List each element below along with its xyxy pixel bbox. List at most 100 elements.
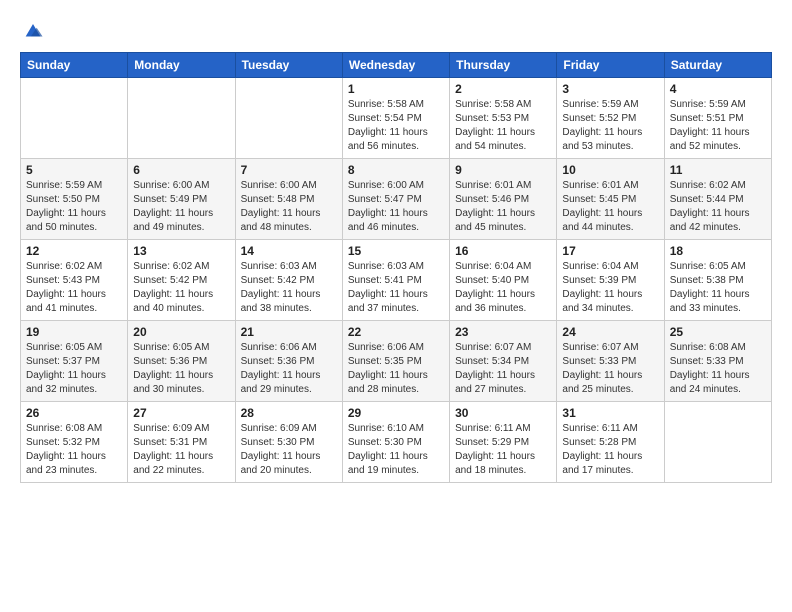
day-number: 16 (455, 244, 551, 258)
week-row-5: 26 Sunrise: 6:08 AM Sunset: 5:32 PM Dayli… (21, 402, 772, 483)
day-number: 11 (670, 163, 766, 177)
day-cell: 6 Sunrise: 6:00 AM Sunset: 5:49 PM Daylig… (128, 159, 235, 240)
logo (20, 20, 44, 42)
week-row-3: 12 Sunrise: 6:02 AM Sunset: 5:43 PM Dayli… (21, 240, 772, 321)
day-cell: 8 Sunrise: 6:00 AM Sunset: 5:47 PM Daylig… (342, 159, 449, 240)
day-info: Sunrise: 6:04 AM Sunset: 5:40 PM Dayligh… (455, 260, 551, 316)
day-number: 18 (670, 244, 766, 258)
day-number: 3 (562, 82, 658, 96)
day-number: 21 (241, 325, 337, 339)
day-info: Sunrise: 5:59 AM Sunset: 5:51 PM Dayligh… (670, 98, 766, 154)
day-number: 31 (562, 406, 658, 420)
day-cell (21, 78, 128, 159)
day-cell: 25 Sunrise: 6:08 AM Sunset: 5:33 PM Dayli… (664, 321, 771, 402)
day-cell: 15 Sunrise: 6:03 AM Sunset: 5:41 PM Dayli… (342, 240, 449, 321)
day-cell: 20Sunrise: 6:05 AM Sunset: 5:36 PM Dayli… (128, 321, 235, 402)
day-cell: 13 Sunrise: 6:02 AM Sunset: 5:42 PM Dayli… (128, 240, 235, 321)
day-cell: 18 Sunrise: 6:05 AM Sunset: 5:38 PM Dayli… (664, 240, 771, 321)
weekday-header-wednesday: Wednesday (342, 53, 449, 78)
week-row-2: 5 Sunrise: 5:59 AM Sunset: 5:50 PM Daylig… (21, 159, 772, 240)
day-cell: 2 Sunrise: 5:58 AM Sunset: 5:53 PM Daylig… (450, 78, 557, 159)
header (20, 20, 772, 42)
day-number: 25 (670, 325, 766, 339)
day-number: 9 (455, 163, 551, 177)
day-number: 12 (26, 244, 122, 258)
day-cell: 11 Sunrise: 6:02 AM Sunset: 5:44 PM Dayli… (664, 159, 771, 240)
day-cell (128, 78, 235, 159)
day-info: Sunrise: 6:08 AM Sunset: 5:33 PM Dayligh… (670, 341, 766, 397)
day-info: Sunrise: 6:03 AM Sunset: 5:41 PM Dayligh… (348, 260, 444, 316)
day-number: 29 (348, 406, 444, 420)
day-number: 13 (133, 244, 229, 258)
day-number: 1 (348, 82, 444, 96)
weekday-header-row: SundayMondayTuesdayWednesdayThursdayFrid… (21, 53, 772, 78)
day-info: Sunrise: 6:05 AM Sunset: 5:38 PM Dayligh… (670, 260, 766, 316)
day-cell: 12 Sunrise: 6:02 AM Sunset: 5:43 PM Dayli… (21, 240, 128, 321)
day-cell: 27Sunrise: 6:09 AM Sunset: 5:31 PM Dayli… (128, 402, 235, 483)
weekday-header-tuesday: Tuesday (235, 53, 342, 78)
day-cell (235, 78, 342, 159)
day-info: Sunrise: 6:09 AM Sunset: 5:31 PM Dayligh… (133, 422, 229, 478)
day-cell: 10Sunrise: 6:01 AM Sunset: 5:45 PM Dayli… (557, 159, 664, 240)
day-cell: 5 Sunrise: 5:59 AM Sunset: 5:50 PM Daylig… (21, 159, 128, 240)
page: SundayMondayTuesdayWednesdayThursdayFrid… (0, 0, 792, 493)
day-info: Sunrise: 6:00 AM Sunset: 5:49 PM Dayligh… (133, 179, 229, 235)
weekday-header-sunday: Sunday (21, 53, 128, 78)
day-cell: 21 Sunrise: 6:06 AM Sunset: 5:36 PM Dayli… (235, 321, 342, 402)
day-cell: 4 Sunrise: 5:59 AM Sunset: 5:51 PM Daylig… (664, 78, 771, 159)
day-cell: 23 Sunrise: 6:07 AM Sunset: 5:34 PM Dayli… (450, 321, 557, 402)
day-cell: 3 Sunrise: 5:59 AM Sunset: 5:52 PM Daylig… (557, 78, 664, 159)
day-number: 19 (26, 325, 122, 339)
day-cell: 17 Sunrise: 6:04 AM Sunset: 5:39 PM Dayli… (557, 240, 664, 321)
day-number: 5 (26, 163, 122, 177)
day-cell: 19Sunrise: 6:05 AM Sunset: 5:37 PM Dayli… (21, 321, 128, 402)
day-info: Sunrise: 6:07 AM Sunset: 5:33 PM Dayligh… (562, 341, 658, 397)
day-number: 20 (133, 325, 229, 339)
day-info: Sunrise: 6:08 AM Sunset: 5:32 PM Dayligh… (26, 422, 122, 478)
day-cell: 24 Sunrise: 6:07 AM Sunset: 5:33 PM Dayli… (557, 321, 664, 402)
day-info: Sunrise: 6:07 AM Sunset: 5:34 PM Dayligh… (455, 341, 551, 397)
day-cell: 22 Sunrise: 6:06 AM Sunset: 5:35 PM Dayli… (342, 321, 449, 402)
day-number: 23 (455, 325, 551, 339)
day-number: 30 (455, 406, 551, 420)
day-info: Sunrise: 6:02 AM Sunset: 5:44 PM Dayligh… (670, 179, 766, 235)
day-info: Sunrise: 6:06 AM Sunset: 5:35 PM Dayligh… (348, 341, 444, 397)
day-info: Sunrise: 6:10 AM Sunset: 5:30 PM Dayligh… (348, 422, 444, 478)
day-number: 4 (670, 82, 766, 96)
logo-icon (22, 20, 44, 42)
day-cell: 31 Sunrise: 6:11 AM Sunset: 5:28 PM Dayli… (557, 402, 664, 483)
weekday-header-thursday: Thursday (450, 53, 557, 78)
day-info: Sunrise: 6:00 AM Sunset: 5:47 PM Dayligh… (348, 179, 444, 235)
day-number: 8 (348, 163, 444, 177)
day-number: 2 (455, 82, 551, 96)
day-cell: 16 Sunrise: 6:04 AM Sunset: 5:40 PM Dayli… (450, 240, 557, 321)
day-cell: 30 Sunrise: 6:11 AM Sunset: 5:29 PM Dayli… (450, 402, 557, 483)
day-info: Sunrise: 6:11 AM Sunset: 5:28 PM Dayligh… (562, 422, 658, 478)
day-cell: 1Sunrise: 5:58 AM Sunset: 5:54 PM Daylig… (342, 78, 449, 159)
day-info: Sunrise: 6:11 AM Sunset: 5:29 PM Dayligh… (455, 422, 551, 478)
day-cell: 14Sunrise: 6:03 AM Sunset: 5:42 PM Dayli… (235, 240, 342, 321)
day-info: Sunrise: 6:02 AM Sunset: 5:43 PM Dayligh… (26, 260, 122, 316)
calendar-table: SundayMondayTuesdayWednesdayThursdayFrid… (20, 52, 772, 483)
day-info: Sunrise: 6:04 AM Sunset: 5:39 PM Dayligh… (562, 260, 658, 316)
day-cell: 29 Sunrise: 6:10 AM Sunset: 5:30 PM Dayli… (342, 402, 449, 483)
day-info: Sunrise: 5:59 AM Sunset: 5:50 PM Dayligh… (26, 179, 122, 235)
day-number: 24 (562, 325, 658, 339)
day-number: 22 (348, 325, 444, 339)
day-info: Sunrise: 6:00 AM Sunset: 5:48 PM Dayligh… (241, 179, 337, 235)
day-info: Sunrise: 5:58 AM Sunset: 5:53 PM Dayligh… (455, 98, 551, 154)
day-number: 6 (133, 163, 229, 177)
day-cell: 26 Sunrise: 6:08 AM Sunset: 5:32 PM Dayli… (21, 402, 128, 483)
day-number: 7 (241, 163, 337, 177)
day-number: 26 (26, 406, 122, 420)
week-row-1: 1Sunrise: 5:58 AM Sunset: 5:54 PM Daylig… (21, 78, 772, 159)
weekday-header-friday: Friday (557, 53, 664, 78)
day-number: 14 (241, 244, 337, 258)
day-number: 17 (562, 244, 658, 258)
day-info: Sunrise: 6:09 AM Sunset: 5:30 PM Dayligh… (241, 422, 337, 478)
day-number: 15 (348, 244, 444, 258)
day-info: Sunrise: 5:59 AM Sunset: 5:52 PM Dayligh… (562, 98, 658, 154)
day-info: Sunrise: 6:02 AM Sunset: 5:42 PM Dayligh… (133, 260, 229, 316)
weekday-header-monday: Monday (128, 53, 235, 78)
day-info: Sunrise: 6:06 AM Sunset: 5:36 PM Dayligh… (241, 341, 337, 397)
